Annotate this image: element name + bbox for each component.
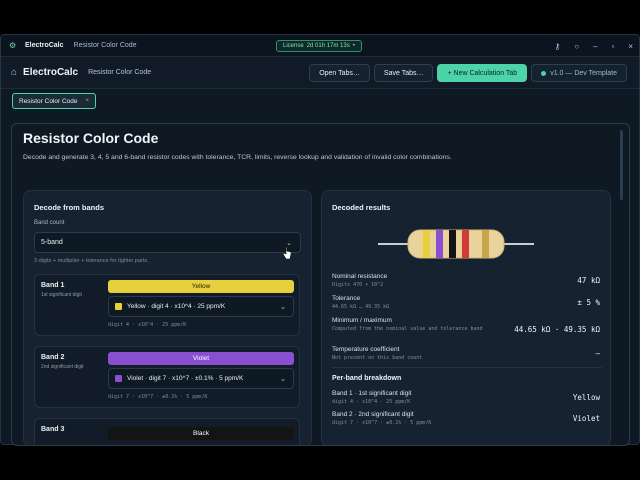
result-sub: 44.65 kΩ … 49.35 kΩ <box>332 304 390 310</box>
breakdown-value: Yellow <box>572 393 600 402</box>
calculator-page: Resistor Color Code Decode and generate … <box>11 123 630 446</box>
result-key: Tolerance <box>332 295 361 302</box>
status-dot-icon <box>541 70 547 76</box>
tab-label: Resistor Color Code <box>19 97 78 105</box>
band-select-value: Yellow · digit 4 · x10^4 · 25 ppm/K <box>127 303 226 310</box>
result-tolerance: Tolerance 44.65 kΩ … 49.35 kΩ ± 5 % <box>332 295 602 310</box>
result-key: Minimum / maximum <box>332 317 392 324</box>
band-count-select[interactable]: 5-band ⌄ <box>34 232 301 253</box>
chevron-down-icon: ⌄ <box>280 303 286 311</box>
band-color-swatch: Yellow <box>108 280 294 293</box>
page-description: Decode and generate 3, 4, 5 and 6-band r… <box>23 154 452 161</box>
resistor-band-2 <box>436 230 443 258</box>
tab-bar: Resistor Color Code × <box>1 89 639 109</box>
app-logo-icon: ⚙ <box>9 41 17 50</box>
result-min-max: Minimum / maximum Computed from the nomi… <box>332 317 602 334</box>
titlebar: ⚙ ElectroCalc Resistor Color Code Licens… <box>1 35 639 57</box>
divider <box>332 367 602 368</box>
breakdown-title: Per-band breakdown <box>332 375 402 382</box>
band-name: Band 1 <box>41 282 65 289</box>
breakdown-row-1: Band 1 · 1st significant digit digit 4 ·… <box>332 390 602 405</box>
titlebar-app-name: ElectroCalc <box>25 42 64 49</box>
settings-icon[interactable]: ○ <box>574 42 579 51</box>
app-header: ⌂ ElectroCalc Resistor Color Code Open T… <box>1 57 639 89</box>
page-title: Resistor Color Code <box>23 130 159 146</box>
result-sub: Computed from the nominal value and tole… <box>332 326 483 332</box>
band-name: Band 3 <box>41 426 65 433</box>
license-countdown: 2d 01h 17m 13s <box>306 43 350 49</box>
band-subtitle: 2nd significant digit <box>41 364 84 370</box>
result-nominal: Nominal resistance Digits 470 × 10^2 47 … <box>332 273 602 288</box>
header-app-name: ElectroCalc <box>23 67 79 78</box>
band-meta: digit 4 · x10^4 · 25 ppm/K <box>108 322 187 328</box>
resistor-band-4 <box>462 230 469 258</box>
breakdown-sub: digit 7 · x10^7 · ±0.1% · 5 ppm/K <box>332 420 432 426</box>
result-sub: Digits 470 × 10^2 <box>332 282 384 288</box>
breakdown-key: Band 2 · 2nd significant digit <box>332 411 414 418</box>
band-color-swatch: Violet <box>108 352 294 365</box>
results-panel-title: Decoded results <box>332 203 391 212</box>
key-icon[interactable]: ⚷ <box>554 42 560 51</box>
breakdown-row-2: Band 2 · 2nd significant digit digit 7 ·… <box>332 411 602 426</box>
color-chip <box>115 375 122 382</box>
band-count-value: 5-band <box>41 239 63 246</box>
band-select-value: Violet · digit 7 · x10^7 · ±0.1% · 5 ppm… <box>127 375 244 382</box>
tab-resistor-color-code[interactable]: Resistor Color Code × <box>12 93 97 109</box>
resistor-illustration <box>378 229 534 259</box>
band-row-3: Band 3 Black <box>34 418 300 445</box>
home-icon[interactable]: ⌂ <box>11 67 17 78</box>
close-icon[interactable]: × <box>628 42 633 51</box>
result-value: 47 kΩ <box>577 276 600 285</box>
result-tcr: Temperature coefficient Not present on t… <box>332 346 602 361</box>
result-value: ± 5 % <box>577 298 600 307</box>
band-color-select[interactable]: Violet · digit 7 · x10^7 · ±0.1% · 5 ppm… <box>108 368 294 389</box>
resistor-band-1 <box>423 230 430 258</box>
tab-close-icon[interactable]: × <box>86 98 90 104</box>
maximize-icon[interactable]: ▫ <box>611 42 614 51</box>
header-actions: Open Tabs… Save Tabs… + New Calculation … <box>309 64 627 82</box>
titlebar-page-name: Resistor Color Code <box>73 42 137 49</box>
minimize-icon[interactable]: – <box>593 42 597 51</box>
band-subtitle: 1st significant digit <box>41 292 82 298</box>
resistor-band-5 <box>482 230 489 258</box>
results-panel: Decoded results Nominal resistance Digit… <box>321 190 611 445</box>
result-value: — <box>595 349 600 358</box>
chevron-down-icon: ⌄ <box>280 375 286 383</box>
chevron-down-icon: ⌄ <box>286 239 292 247</box>
mouse-pointer-icon <box>283 247 291 259</box>
breakdown-value: Violet <box>572 414 600 423</box>
open-tabs-button[interactable]: Open Tabs… <box>309 64 370 82</box>
license-badge[interactable]: License 2d 01h 17m 13s • <box>276 40 362 52</box>
band-count-label: Band count <box>34 220 65 226</box>
breakdown-sub: digit 4 · x10^4 · 25 ppm/K <box>332 399 411 405</box>
new-calculation-tab-button[interactable]: + New Calculation Tab <box>437 64 528 82</box>
result-key: Nominal resistance <box>332 273 388 280</box>
breakdown-key: Band 1 · 1st significant digit <box>332 390 412 397</box>
license-label: License <box>283 43 304 49</box>
decode-panel: Decode from bands Band count 5-band ⌄ 3 … <box>23 190 312 445</box>
page-scrollbar[interactable] <box>620 130 623 200</box>
license-dot: • <box>352 43 355 49</box>
version-badge[interactable]: v1.0 — Dev Template <box>531 64 627 82</box>
band-row-2: Band 2 2nd significant digit Violet Viol… <box>34 346 300 408</box>
window-controls: ⚷ ○ – ▫ × <box>554 35 633 57</box>
color-chip <box>115 303 122 310</box>
band-meta: digit 7 · x10^7 · ±0.1% · 5 ppm/K <box>108 394 208 400</box>
save-tabs-button[interactable]: Save Tabs… <box>373 64 434 82</box>
version-label: v1.0 — Dev Template <box>550 69 617 77</box>
result-key: Temperature coefficient <box>332 346 400 353</box>
decode-panel-title: Decode from bands <box>34 203 105 212</box>
band-row-1: Band 1 1st significant digit Yellow Yell… <box>34 274 300 336</box>
result-value: 44.65 kΩ · 49.35 kΩ <box>514 325 600 334</box>
band-color-select[interactable]: Yellow · digit 4 · x10^4 · 25 ppm/K ⌄ <box>108 296 294 317</box>
result-sub: Not present on this band count <box>332 355 423 361</box>
band-color-swatch: Black <box>108 427 294 440</box>
band-name: Band 2 <box>41 354 65 361</box>
header-page-name: Resistor Color Code <box>88 69 152 76</box>
resistor-band-3 <box>449 230 456 258</box>
band-count-hint: 3 digits + multiplier + tolerance for ti… <box>34 258 149 264</box>
